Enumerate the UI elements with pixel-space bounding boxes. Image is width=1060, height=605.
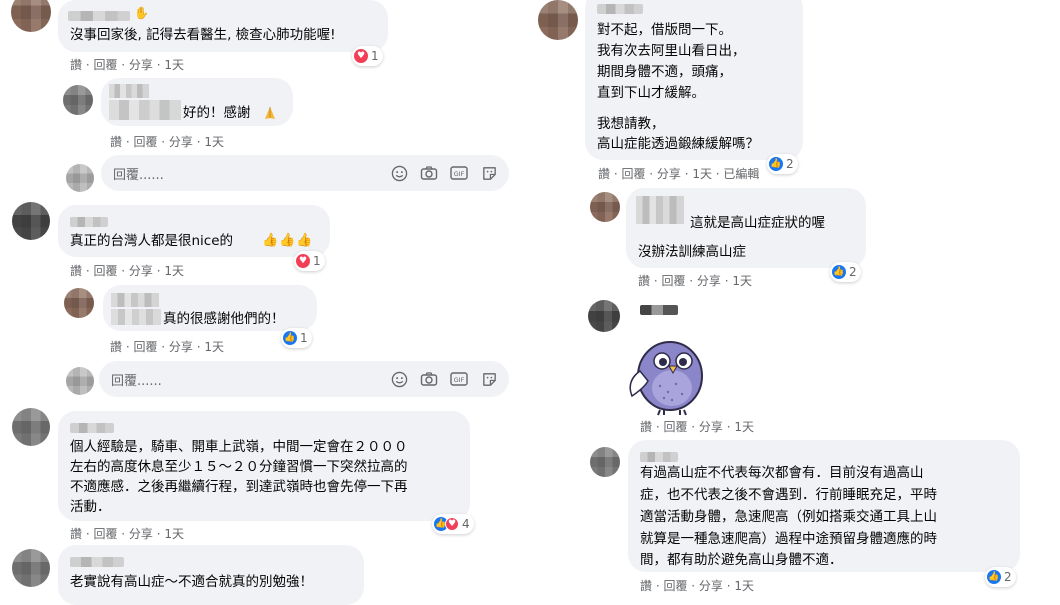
comment-text-line: 期間身體不適，頭痛， [597, 64, 732, 80]
avatar[interactable] [590, 447, 620, 477]
comment-text: 真正的台灣人都是很nice的 [70, 233, 234, 249]
avatar[interactable] [12, 408, 50, 446]
reply-text-line: 沒辦法訓練高山症 [638, 244, 746, 260]
comment-actions[interactable]: 讚 · 回覆 · 分享 · 1天 · 已編輯 [598, 165, 759, 182]
comment-text-line: 直到下山才緩解。 [597, 85, 705, 101]
reaction-summary[interactable]: ♥ 1 [352, 46, 383, 66]
reply-text-line: 症，也不代表之後不會遇到．行前睡眠充足，平時 [640, 487, 937, 503]
comment-text-line: 高山症能透過鍛練緩解嗎？ [597, 136, 759, 152]
reply-actions[interactable]: 讚 · 回覆 · 分享 · 1天 [110, 133, 224, 150]
blurred-name [109, 100, 181, 120]
reply-bubble: 真的很感謝他們的！ [103, 285, 317, 331]
blurred-name [109, 84, 149, 98]
smiley-icon[interactable] [389, 163, 409, 183]
blurred-name [636, 196, 684, 224]
comment-text-line: 不適應感．之後再繼續行程，到達武嶺時也會先停一下再 [70, 479, 408, 495]
comment-text-line: 對不起，借版問一下。 [597, 22, 732, 38]
heart-icon: ♥ [445, 517, 459, 531]
comment-text: 老實說有高山症～不適合就真的別勉強！ [70, 574, 313, 590]
reply-actions[interactable]: 讚 · 回覆 · 分享 · 1天 [640, 577, 754, 594]
smiley-icon[interactable] [389, 369, 409, 389]
avatar[interactable] [64, 288, 94, 318]
commenter-name[interactable] [597, 4, 643, 14]
comment-text-line: 我想請教， [597, 116, 665, 132]
gif-icon[interactable]: GIF [449, 163, 469, 183]
reply-input[interactable]: 回覆...... GIF [101, 155, 509, 191]
avatar[interactable] [12, 549, 50, 587]
comment-actions[interactable]: 讚 · 回覆 · 分享 · 1天 [70, 56, 184, 73]
commenter-name[interactable] [640, 305, 678, 315]
comment-text-line: 活動． [70, 499, 111, 515]
comment-text-line: 左右的高度休息至少１５～２０分鐘習慣一下突然拉高的 [70, 459, 408, 475]
avatar[interactable] [590, 192, 620, 222]
thumbs-up-emoji-icon: 👍👍👍 [262, 233, 314, 248]
comment-actions[interactable]: 讚 · 回覆 · 分享 · 1天 [70, 262, 184, 279]
heart-icon: ♥ [296, 254, 310, 268]
reply-text: 好的！感謝 [183, 105, 251, 121]
reply-input-placeholder: 回覆...... [111, 374, 162, 389]
reply-bubble: 這就是高山症症狀的喔 沒辦法訓練高山症 [626, 188, 866, 268]
reply-text-line: 適當活動身體，急速爬高（例如搭乘交通工具上山 [640, 509, 937, 525]
comment-text-line: 個人經驗是，騎車、開車上武嶺，中間一定會在２０００ [70, 439, 408, 455]
gif-icon[interactable]: GIF [449, 369, 469, 389]
avatar[interactable] [63, 85, 93, 115]
comment-bubble: 老實說有高山症～不適合就真的別勉強！ [58, 545, 364, 605]
comment-actions[interactable]: 讚 · 回覆 · 分享 · 1天 [70, 525, 184, 542]
reaction-summary[interactable]: 👍 1 [281, 328, 312, 348]
sticker-icon[interactable] [479, 163, 499, 183]
reply-actions[interactable]: 讚 · 回覆 · 分享 · 1天 [640, 418, 754, 435]
reaction-summary[interactable]: ♥ 1 [294, 251, 325, 271]
avatar[interactable] [11, 0, 51, 32]
comment-bubble: ✋ 沒事回家後, 記得去看醫生, 檢查心肺功能喔! [58, 0, 388, 52]
commenter-name[interactable] [70, 217, 108, 227]
folded-hands-icon [263, 105, 277, 119]
reaction-summary[interactable]: 👍 2 [767, 154, 798, 174]
thumbs-up-icon: 👍 [769, 157, 783, 171]
avatar[interactable] [538, 0, 578, 40]
avatar [66, 367, 94, 395]
commenter-name[interactable] [640, 452, 678, 462]
sticker-icon[interactable] [479, 369, 499, 389]
reaction-summary[interactable]: 👍 ♥ 4 [432, 514, 474, 534]
commenter-name[interactable] [70, 557, 124, 567]
svg-text:GIF: GIF [454, 376, 465, 384]
heart-icon: ♥ [354, 49, 368, 63]
reply-text-line: 就算是一種急速爬高）過程中途預留身體適應的時 [640, 531, 937, 547]
thumbs-up-icon: 👍 [283, 331, 297, 345]
reply-text-line: 有過高山症不代表每次都會有．目前沒有過高山 [640, 465, 924, 481]
avatar[interactable] [12, 202, 50, 240]
comment-text-line: 我有次去阿里山看日出， [597, 43, 746, 59]
reaction-summary[interactable]: 👍 2 [830, 262, 861, 282]
svg-text:GIF: GIF [454, 170, 465, 178]
comment-bubble: 真正的台灣人都是很nice的 👍👍👍 [58, 205, 330, 257]
reply-input[interactable]: 回覆...... GIF [99, 361, 509, 397]
blurred-name [111, 293, 159, 307]
reply-text: 真的很感謝他們的！ [163, 311, 285, 327]
reply-bubble: 好的！感謝 [101, 78, 293, 126]
comment-bubble: 對不起，借版問一下。 我有次去阿里山看日出， 期間身體不適，頭痛， 直到下山才緩… [585, 0, 803, 160]
avatar [66, 164, 94, 192]
reply-actions[interactable]: 讚 · 回覆 · 分享 · 1天 [110, 338, 224, 355]
reaction-summary[interactable]: 👍 2 [985, 567, 1016, 587]
reply-text-line: 間，都有助於避免高山身體不適． [640, 552, 843, 568]
reply-text-line: 這就是高山症症狀的喔 [690, 215, 825, 231]
reply-input-placeholder: 回覆...... [113, 168, 164, 183]
avatar[interactable] [588, 300, 620, 332]
blurred-name [111, 309, 161, 325]
reply-bubble: 有過高山症不代表每次都會有．目前沒有過高山 症，也不代表之後不會遇到．行前睡眠充… [628, 440, 1020, 572]
thumbs-up-icon: 👍 [832, 265, 846, 279]
waving-hand-icon: ✋ [134, 6, 149, 20]
bird-sticker[interactable] [624, 326, 714, 416]
reply-actions[interactable]: 讚 · 回覆 · 分享 · 1天 [638, 272, 752, 289]
commenter-name[interactable] [70, 423, 114, 433]
thumbs-up-icon: 👍 [987, 570, 1001, 584]
commenter-name[interactable] [68, 11, 130, 21]
camera-icon[interactable] [419, 163, 439, 183]
camera-icon[interactable] [419, 369, 439, 389]
comment-text: 沒事回家後, 記得去看醫生, 檢查心肺功能喔! [70, 27, 336, 43]
comment-bubble: 個人經驗是，騎車、開車上武嶺，中間一定會在２０００ 左右的高度休息至少１５～２０… [58, 411, 470, 521]
